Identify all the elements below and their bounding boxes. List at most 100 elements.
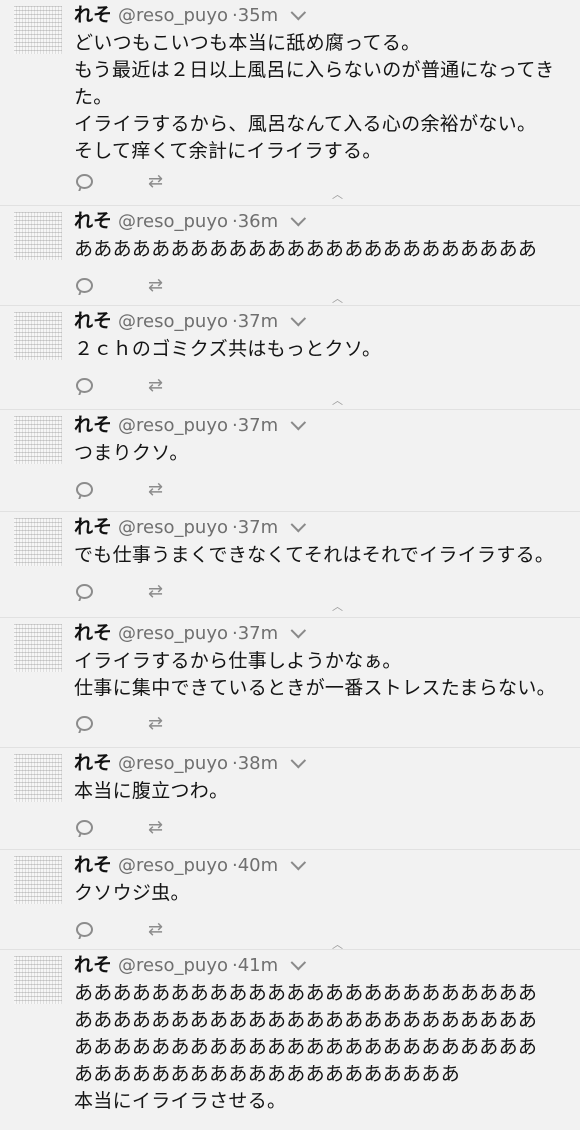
tweet-header: れそ @reso_puyo ·36m: [74, 208, 307, 234]
chevron-down-icon[interactable]: [290, 622, 307, 639]
avatar[interactable]: [14, 212, 62, 260]
tweet-header: れそ @reso_puyo ·41m: [74, 952, 307, 978]
tweet-header: れそ @reso_puyo ·37m: [74, 412, 307, 438]
retweet-icon[interactable]: ⇄: [148, 479, 163, 500]
reply-icon[interactable]: [76, 278, 93, 293]
tweet-header: れそ @reso_puyo ·37m: [74, 620, 307, 646]
timestamp[interactable]: 36m: [238, 211, 278, 232]
user-handle[interactable]: @reso_puyo: [118, 211, 228, 232]
tweet[interactable]: れそ @reso_puyo ·37m でも仕事うまくできなくてそれはそれでイライラす…: [0, 512, 580, 618]
tweet-text-line: ああああああああああああああああああああああああ: [74, 1009, 538, 1031]
reply-icon[interactable]: [76, 820, 93, 835]
chevron-down-icon[interactable]: [290, 414, 307, 431]
avatar[interactable]: [14, 312, 62, 360]
tweet-text-line: イライラするから仕事しようかなぁ。: [74, 650, 402, 672]
chevron-down-icon[interactable]: [290, 752, 307, 769]
tweet[interactable]: れそ @reso_puyo ·37m ２ｃｈのゴミクズ共はもっとクソ。 ⇄ ︿: [0, 306, 580, 410]
reply-icon[interactable]: [76, 174, 93, 189]
user-handle[interactable]: @reso_puyo: [118, 855, 228, 876]
timestamp[interactable]: 37m: [238, 623, 278, 644]
more-icon[interactable]: ︿: [332, 293, 344, 304]
tweet-text-line: た。: [74, 86, 113, 108]
reply-icon[interactable]: [76, 922, 93, 937]
tweet[interactable]: れそ @reso_puyo ·38m 本当に腹立つわ。 ⇄: [0, 748, 580, 850]
timestamp[interactable]: 40m: [238, 855, 278, 876]
reply-icon[interactable]: [76, 716, 93, 731]
display-name[interactable]: れそ: [74, 752, 112, 774]
retweet-icon[interactable]: ⇄: [148, 275, 163, 296]
display-name[interactable]: れそ: [74, 854, 112, 876]
tweet-header: れそ @reso_puyo ·35m: [74, 2, 307, 28]
timestamp[interactable]: 41m: [238, 955, 278, 976]
tweet[interactable]: れそ @reso_puyo ·37m つまりクソ。 ⇄: [0, 410, 580, 512]
retweet-icon[interactable]: ⇄: [148, 713, 163, 734]
retweet-icon[interactable]: ⇄: [148, 375, 163, 396]
tweet-text-line: ああああああああああああああああああああああああ: [74, 1036, 538, 1058]
user-handle[interactable]: @reso_puyo: [118, 623, 228, 644]
avatar[interactable]: [14, 416, 62, 464]
chevron-down-icon[interactable]: [290, 854, 307, 871]
tweet[interactable]: れそ @reso_puyo ·41m あああああああああああああああああああああああ…: [0, 950, 580, 1130]
user-handle[interactable]: @reso_puyo: [118, 955, 228, 976]
display-name[interactable]: れそ: [74, 516, 112, 538]
tweet-text-line: イライラするから、風呂なんて入る心の余裕がない。: [74, 113, 537, 135]
tweet-text-line: ２ｃｈのゴミクズ共はもっとクソ。: [74, 338, 382, 360]
more-icon[interactable]: ︿: [332, 601, 344, 612]
user-handle[interactable]: @reso_puyo: [118, 517, 228, 538]
tweet-text-line: どいつもこいつも本当に舐め腐ってる。: [74, 32, 421, 54]
tweet-text: 本当に腹立つわ。: [74, 778, 572, 805]
retweet-icon[interactable]: ⇄: [148, 171, 163, 192]
tweet-text-line: 本当にイライラさせる。: [74, 1090, 287, 1112]
reply-icon[interactable]: [76, 482, 93, 497]
retweet-icon[interactable]: ⇄: [148, 817, 163, 838]
timestamp[interactable]: 35m: [238, 5, 278, 26]
tweet[interactable]: れそ @reso_puyo ·37m イライラするから仕事しようかなぁ。 仕事に集中…: [0, 618, 580, 748]
tweet[interactable]: れそ @reso_puyo ·36m あああああああああああああああああああああああ…: [0, 206, 580, 306]
tweet-text-line: クソウジ虫。: [74, 882, 190, 904]
avatar[interactable]: [14, 856, 62, 904]
avatar[interactable]: [14, 6, 62, 54]
tweet[interactable]: れそ @reso_puyo ·40m クソウジ虫。 ⇄ ︿: [0, 850, 580, 950]
tweet-text: ああああああああああああああああああああああああ あああああああああああああああ…: [74, 980, 572, 1115]
timestamp[interactable]: 37m: [238, 311, 278, 332]
tweet-header: れそ @reso_puyo ·37m: [74, 514, 307, 540]
tweet-text: つまりクソ。: [74, 440, 572, 467]
tweet-header: れそ @reso_puyo ·37m: [74, 308, 307, 334]
display-name[interactable]: れそ: [74, 210, 112, 232]
avatar[interactable]: [14, 518, 62, 566]
tweet-text-line: 本当に腹立つわ。: [74, 780, 229, 802]
tweet-text: イライラするから仕事しようかなぁ。 仕事に集中できているときが一番ストレスたまら…: [74, 648, 572, 702]
display-name[interactable]: れそ: [74, 4, 112, 26]
display-name[interactable]: れそ: [74, 954, 112, 976]
chevron-down-icon[interactable]: [290, 310, 307, 327]
tweet-text: ２ｃｈのゴミクズ共はもっとクソ。: [74, 336, 572, 363]
chevron-down-icon[interactable]: [290, 210, 307, 227]
user-handle[interactable]: @reso_puyo: [118, 753, 228, 774]
retweet-icon[interactable]: ⇄: [148, 581, 163, 602]
user-handle[interactable]: @reso_puyo: [118, 5, 228, 26]
timestamp[interactable]: 37m: [238, 517, 278, 538]
more-icon[interactable]: ︿: [332, 395, 344, 406]
tweet-text: ああああああああああああああああああああああああ: [74, 236, 572, 263]
display-name[interactable]: れそ: [74, 414, 112, 436]
reply-icon[interactable]: [76, 378, 93, 393]
tweet-text-line: つまりクソ。: [74, 442, 189, 464]
display-name[interactable]: れそ: [74, 622, 112, 644]
display-name[interactable]: れそ: [74, 310, 112, 332]
timestamp[interactable]: 37m: [238, 415, 278, 436]
reply-icon[interactable]: [76, 584, 93, 599]
user-handle[interactable]: @reso_puyo: [118, 415, 228, 436]
avatar[interactable]: [14, 624, 62, 672]
avatar[interactable]: [14, 956, 62, 1004]
retweet-icon[interactable]: ⇄: [148, 919, 163, 940]
user-handle[interactable]: @reso_puyo: [118, 311, 228, 332]
tweet-text: クソウジ虫。: [74, 880, 572, 907]
more-icon[interactable]: ︿: [332, 189, 344, 200]
avatar[interactable]: [14, 754, 62, 802]
timestamp[interactable]: 38m: [238, 753, 278, 774]
chevron-down-icon[interactable]: [290, 954, 307, 971]
chevron-down-icon[interactable]: [290, 4, 307, 21]
chevron-down-icon[interactable]: [290, 516, 307, 533]
more-icon[interactable]: ︿: [332, 939, 344, 950]
tweet[interactable]: れそ @reso_puyo ·35m どいつもこいつも本当に舐め腐ってる。 もう最近…: [0, 0, 580, 206]
